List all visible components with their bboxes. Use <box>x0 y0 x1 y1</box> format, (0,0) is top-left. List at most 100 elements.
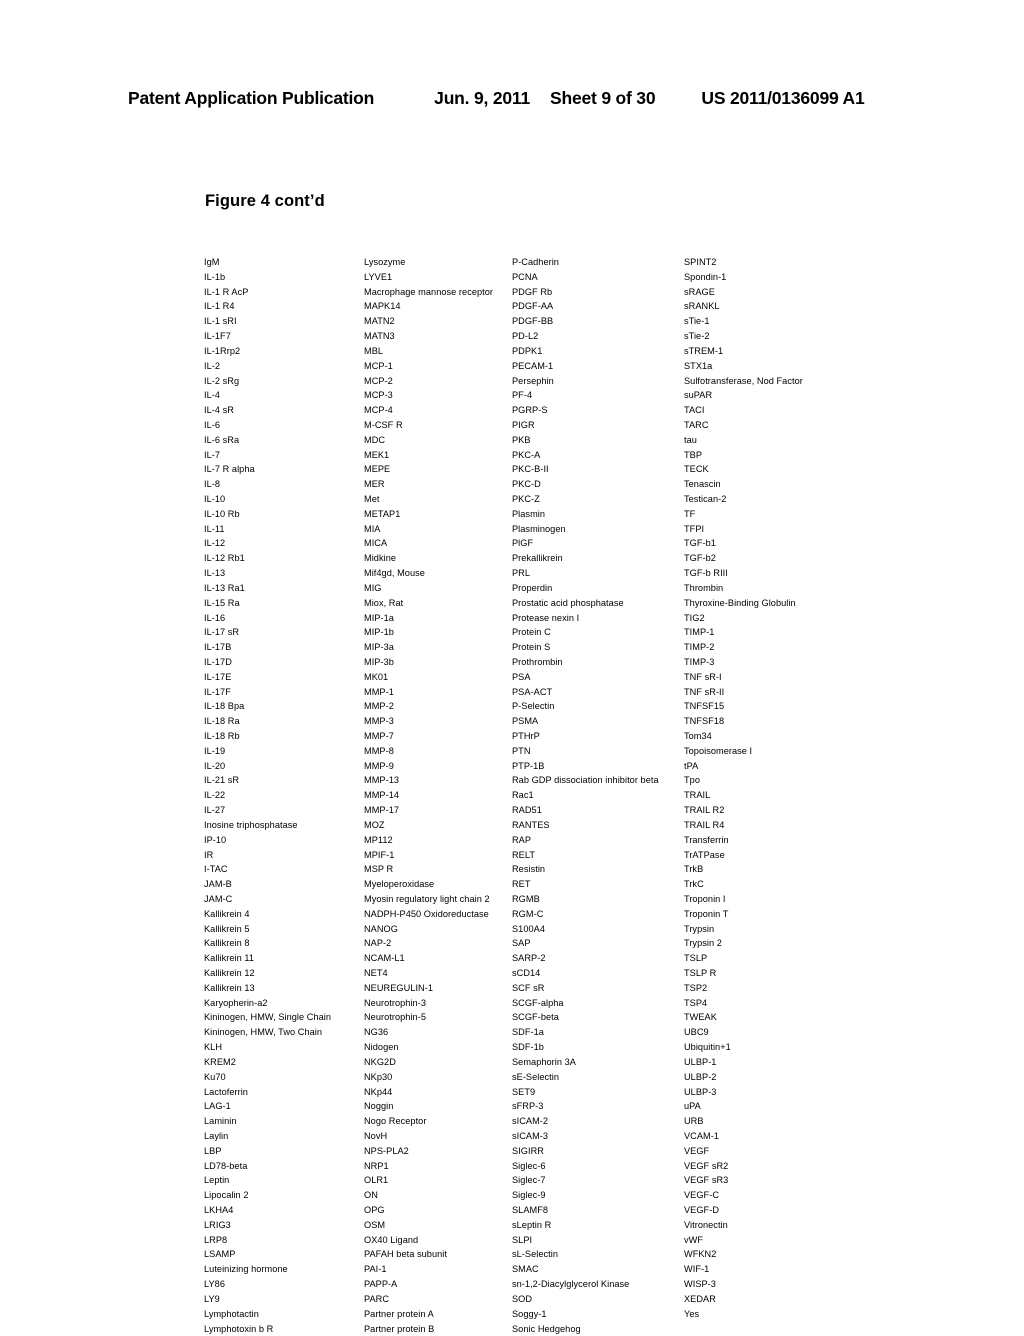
list-item: Tom34 <box>684 729 884 744</box>
list-item: MCP-2 <box>364 374 512 389</box>
list-item: Lipocalin 2 <box>204 1188 364 1203</box>
list-item: TIMP-3 <box>684 655 884 670</box>
list-item: Myeloperoxidase <box>364 877 512 892</box>
list-item: NET4 <box>364 966 512 981</box>
list-item: NANOG <box>364 922 512 937</box>
list-item: IL-2 <box>204 359 364 374</box>
list-item: RAP <box>512 833 684 848</box>
list-item: Thyroxine-Binding Globulin <box>684 596 884 611</box>
list-item: LY9 <box>204 1292 364 1307</box>
protein-column-1: IgMIL-1bIL-1 R AcPIL-1 R4IL-1 sRIIL-1F7I… <box>204 255 364 1336</box>
list-item: Transferrin <box>684 833 884 848</box>
list-item: Trypsin 2 <box>684 936 884 951</box>
list-item: TRAIL R2 <box>684 803 884 818</box>
list-item: Mif4gd, Mouse <box>364 566 512 581</box>
list-item: IL-19 <box>204 744 364 759</box>
list-item: IL-21 sR <box>204 773 364 788</box>
list-item: SCGF-alpha <box>512 996 684 1011</box>
list-item: Protease nexin I <box>512 611 684 626</box>
list-item: PF-4 <box>512 388 684 403</box>
list-item: Kallikrein 13 <box>204 981 364 996</box>
list-item: MER <box>364 477 512 492</box>
list-item: IL-8 <box>204 477 364 492</box>
list-item: IL-7 R alpha <box>204 462 364 477</box>
list-item: Troponin T <box>684 907 884 922</box>
list-item: IL-1Rrp2 <box>204 344 364 359</box>
list-item: WFKN2 <box>684 1247 884 1262</box>
list-item: Kallikrein 11 <box>204 951 364 966</box>
list-item: TACI <box>684 403 884 418</box>
list-item: Prostatic acid phosphatase <box>512 596 684 611</box>
list-item: TNF sR-I <box>684 670 884 685</box>
list-item: Plasmin <box>512 507 684 522</box>
list-item: OSM <box>364 1218 512 1233</box>
list-item: PRL <box>512 566 684 581</box>
list-item: S100A4 <box>512 922 684 937</box>
list-item: IL-17 sR <box>204 625 364 640</box>
list-item: Siglec-7 <box>512 1173 684 1188</box>
list-item: LSAMP <box>204 1247 364 1262</box>
list-item: IL-18 Bpa <box>204 699 364 714</box>
list-item: Troponin I <box>684 892 884 907</box>
list-item: IL-17D <box>204 655 364 670</box>
list-item: TECK <box>684 462 884 477</box>
list-item: PD-L2 <box>512 329 684 344</box>
list-item: VEGF-C <box>684 1188 884 1203</box>
list-item: NPS-PLA2 <box>364 1144 512 1159</box>
list-item: MMP-9 <box>364 759 512 774</box>
list-item: MMP-8 <box>364 744 512 759</box>
list-item: Kininogen, HMW, Single Chain <box>204 1010 364 1025</box>
list-item: Thrombin <box>684 581 884 596</box>
list-item: SLPI <box>512 1233 684 1248</box>
list-item: Kallikrein 8 <box>204 936 364 951</box>
list-item: P-Selectin <box>512 699 684 714</box>
document-number: US 2011/0136099 A1 <box>701 88 864 109</box>
sheet-number: Sheet 9 of 30 <box>550 88 655 109</box>
list-item: PKC-Z <box>512 492 684 507</box>
list-item: ULBP-2 <box>684 1070 884 1085</box>
list-item: MCP-3 <box>364 388 512 403</box>
list-item: IL-16 <box>204 611 364 626</box>
list-item: XEDAR <box>684 1292 884 1307</box>
list-item: M-CSF R <box>364 418 512 433</box>
list-item: IL-17F <box>204 685 364 700</box>
list-item: ULBP-1 <box>684 1055 884 1070</box>
list-item: IL-15 Ra <box>204 596 364 611</box>
list-item: IL-11 <box>204 522 364 537</box>
list-item: IL-27 <box>204 803 364 818</box>
list-item: PDGF-BB <box>512 314 684 329</box>
protein-column-2: LysozymeLYVE1Macrophage mannose receptor… <box>364 255 512 1336</box>
list-item: NKG2D <box>364 1055 512 1070</box>
list-item: PECAM-1 <box>512 359 684 374</box>
list-item: TrkC <box>684 877 884 892</box>
list-item: SAP <box>512 936 684 951</box>
list-item: Semaphorin 3A <box>512 1055 684 1070</box>
list-item: Tenascin <box>684 477 884 492</box>
list-item: NADPH-P450 Oxidoreductase <box>364 907 512 922</box>
list-item: TrATPase <box>684 848 884 863</box>
list-item: Noggin <box>364 1099 512 1114</box>
list-item: TRAIL <box>684 788 884 803</box>
list-item: Nidogen <box>364 1040 512 1055</box>
list-item: Tpo <box>684 773 884 788</box>
list-item: PKC-A <box>512 448 684 463</box>
list-item: Inosine triphosphatase <box>204 818 364 833</box>
list-item: IL-13 Ra1 <box>204 581 364 596</box>
list-item: TBP <box>684 448 884 463</box>
list-item: Rac1 <box>512 788 684 803</box>
list-item: IL-10 Rb <box>204 507 364 522</box>
list-item: MOZ <box>364 818 512 833</box>
list-item: MIP-1b <box>364 625 512 640</box>
list-item: Protein C <box>512 625 684 640</box>
list-item: vWF <box>684 1233 884 1248</box>
list-item: PTN <box>512 744 684 759</box>
list-item: PSMA <box>512 714 684 729</box>
list-item: Laylin <box>204 1129 364 1144</box>
list-item: OLR1 <box>364 1173 512 1188</box>
list-item: MIP-3b <box>364 655 512 670</box>
list-item: tau <box>684 433 884 448</box>
list-item: MIP-1a <box>364 611 512 626</box>
list-item: I-TAC <box>204 862 364 877</box>
list-item: Spondin-1 <box>684 270 884 285</box>
protein-column-4: SPINT2Spondin-1sRAGEsRANKLsTie-1sTie-2sT… <box>684 255 884 1322</box>
